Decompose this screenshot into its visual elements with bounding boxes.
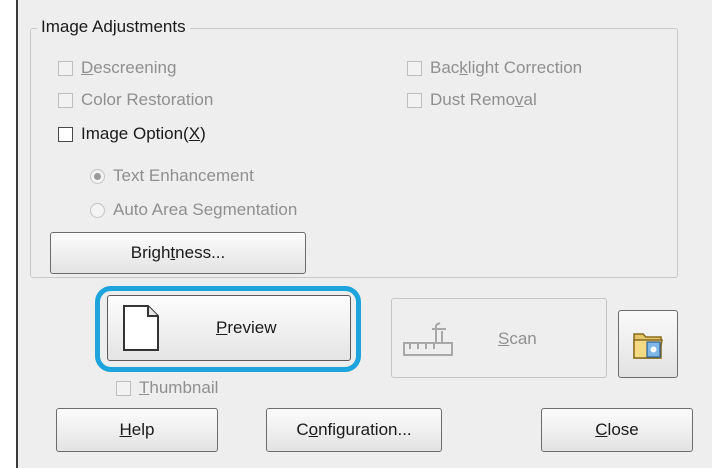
backlight-correction-box[interactable] — [407, 60, 422, 76]
thumbnail-checkbox[interactable]: Thumbnail — [116, 378, 218, 398]
image-option-box[interactable] — [58, 126, 73, 142]
brightness-label: Brightness... — [130, 243, 226, 262]
close-label: Close — [595, 420, 639, 439]
dust-removal-label: Dust Removal — [430, 90, 537, 109]
auto-area-segmentation-radio[interactable]: Auto Area Segmentation — [90, 200, 297, 220]
backlight-correction-label: Backlight Correction — [430, 58, 583, 77]
configuration-button[interactable]: Configuration... — [266, 408, 442, 452]
scanner-icon — [403, 322, 453, 356]
image-option-label: Image Option(X) — [81, 124, 206, 143]
configuration-label: Configuration... — [296, 420, 412, 439]
scan-label: Scan — [498, 329, 537, 348]
text-enhancement-radio[interactable]: Text Enhancement — [90, 166, 254, 186]
dust-removal-checkbox[interactable]: Dust Removal — [407, 90, 537, 110]
group-title: Image Adjustments — [37, 17, 190, 37]
color-restoration-box[interactable] — [58, 92, 73, 108]
dust-removal-box[interactable] — [407, 92, 422, 108]
folder-icon — [633, 333, 663, 359]
folder-button[interactable] — [618, 310, 678, 378]
help-button[interactable]: Help — [56, 408, 218, 452]
backlight-correction-checkbox[interactable]: Backlight Correction — [407, 58, 582, 78]
scan-button[interactable]: Scan — [391, 298, 607, 378]
color-restoration-label: Color Restoration — [81, 90, 214, 109]
brightness-button[interactable]: Brightness... — [50, 232, 306, 274]
close-button[interactable]: Close — [541, 408, 693, 452]
thumbnail-label: Thumbnail — [139, 378, 219, 397]
preview-highlight-frame — [95, 286, 361, 372]
auto-area-segmentation-label: Auto Area Segmentation — [113, 200, 298, 219]
descreening-label: Descreening — [81, 58, 177, 77]
text-enhancement-label: Text Enhancement — [113, 166, 254, 185]
image-option-checkbox[interactable]: Image Option(X) — [58, 124, 206, 144]
auto-area-segmentation-radio-button[interactable] — [90, 202, 105, 218]
help-label: Help — [119, 420, 155, 439]
color-restoration-checkbox[interactable]: Color Restoration — [58, 90, 213, 110]
descreening-checkbox[interactable]: Descreening — [58, 58, 176, 78]
text-enhancement-radio-button[interactable] — [90, 168, 105, 184]
thumbnail-box[interactable] — [116, 380, 131, 396]
descreening-box[interactable] — [58, 60, 73, 76]
